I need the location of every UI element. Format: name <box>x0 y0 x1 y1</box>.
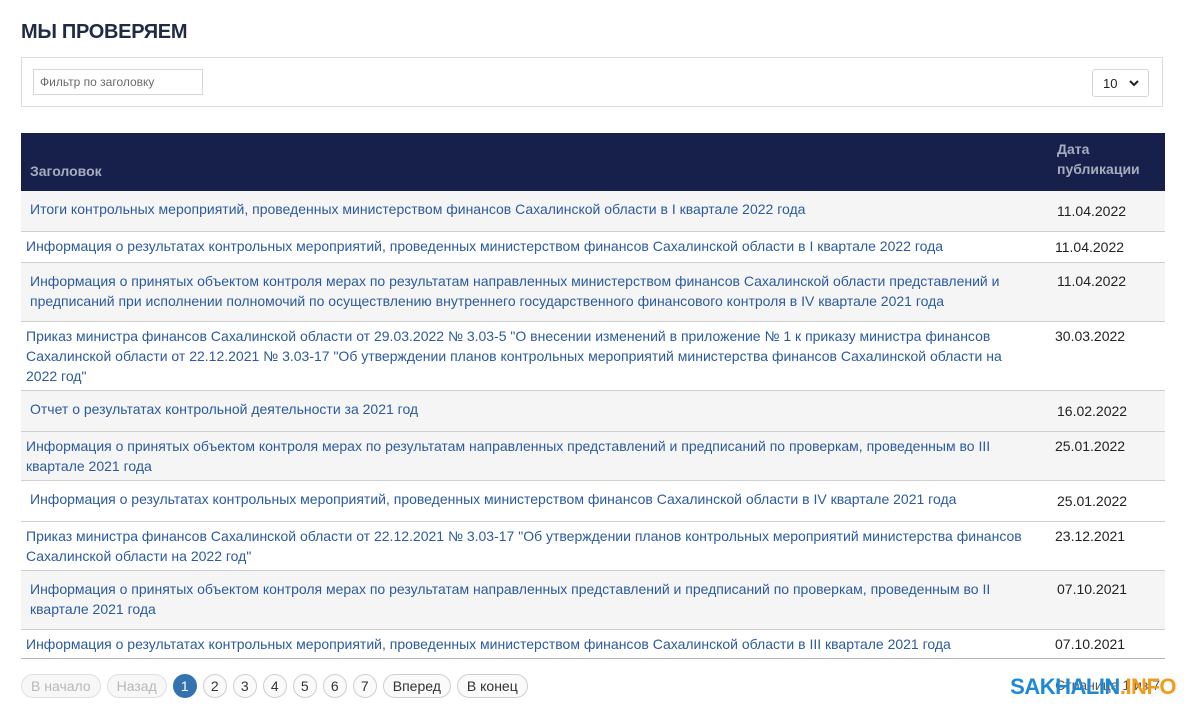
page-2-button[interactable]: 2 <box>202 673 227 698</box>
table-row: Информация о результатах контрольных мер… <box>21 629 1165 659</box>
row-title-cell: Отчет о результатах контрольной деятельн… <box>21 390 1055 432</box>
page-title: МЫ ПРОВЕРЯЕМ <box>21 21 188 43</box>
document-link[interactable]: Информация о принятых объектом контроля … <box>30 581 990 617</box>
column-header-date[interactable]: Дата публикации <box>1055 133 1165 191</box>
pagination: В начало Назад 1 2 3 4 5 6 7 Вперед В ко… <box>21 673 528 698</box>
row-date: 16.02.2022 <box>1055 390 1165 432</box>
watermark-part1: SAKHALIN <box>1010 674 1120 699</box>
table-row: Отчет о результатах контрольной деятельн… <box>21 390 1165 432</box>
table-header-row: Заголовок Дата публикации <box>21 133 1165 191</box>
chevron-down-icon <box>1129 80 1139 87</box>
table-row: Информация о результатах контрольных мер… <box>21 231 1165 263</box>
page-1-button[interactable]: 1 <box>172 673 197 698</box>
first-page-button[interactable]: В начало <box>21 673 101 698</box>
table-row: Информация о принятых объектом контроля … <box>21 262 1165 322</box>
row-title-cell: Информация о результатах контрольных мер… <box>21 231 1055 263</box>
document-link[interactable]: Информация о принятых объектом контроля … <box>26 438 990 474</box>
page-7-button[interactable]: 7 <box>352 673 377 698</box>
document-link[interactable]: Итоги контрольных мероприятий, проведенн… <box>30 201 805 217</box>
document-link[interactable]: Информация о принятых объектом контроля … <box>30 273 999 309</box>
page-size-select[interactable]: 10 <box>1092 69 1149 97</box>
title-filter-input[interactable] <box>33 69 203 95</box>
document-link[interactable]: Информация о результатах контрольных мер… <box>30 491 956 507</box>
document-link[interactable]: Отчет о результатах контрольной деятельн… <box>30 401 418 417</box>
row-title-cell: Информация о результатах контрольных мер… <box>21 629 1055 659</box>
document-link[interactable]: Приказ министра финансов Сахалинской обл… <box>26 528 1022 564</box>
table-row: Приказ министра финансов Сахалинской обл… <box>21 521 1165 571</box>
document-link[interactable]: Информация о результатах контрольных мер… <box>26 238 943 254</box>
page-3-button[interactable]: 3 <box>232 673 257 698</box>
table-row: Приказ министра финансов Сахалинской обл… <box>21 321 1165 391</box>
row-date: 07.10.2021 <box>1055 629 1165 659</box>
row-date: 25.01.2022 <box>1055 480 1165 522</box>
row-title-cell: Итоги контрольных мероприятий, проведенн… <box>21 191 1055 232</box>
prev-page-button[interactable]: Назад <box>106 673 167 698</box>
row-title-cell: Информация о принятых объектом контроля … <box>21 431 1055 481</box>
filter-panel: 10 <box>21 57 1163 107</box>
row-date: 11.04.2022 <box>1055 231 1165 263</box>
document-link[interactable]: Информация о результатах контрольных мер… <box>26 636 951 652</box>
page-6-button[interactable]: 6 <box>322 673 347 698</box>
watermark-logo: SAKHALIN.INFO <box>1010 674 1176 700</box>
page-5-button[interactable]: 5 <box>292 673 317 698</box>
row-title-cell: Приказ министра финансов Сахалинской обл… <box>21 321 1055 391</box>
row-date: 30.03.2022 <box>1055 321 1165 391</box>
documents-table: Заголовок Дата публикации Итоги контроль… <box>21 133 1165 659</box>
table-row: Информация о принятых объектом контроля … <box>21 570 1165 630</box>
row-title-cell: Информация о результатах контрольных мер… <box>21 480 1055 522</box>
row-title-cell: Информация о принятых объектом контроля … <box>21 570 1055 630</box>
table-row: Информация о принятых объектом контроля … <box>21 431 1165 481</box>
row-date: 25.01.2022 <box>1055 431 1165 481</box>
row-date: 07.10.2021 <box>1055 570 1165 630</box>
page-4-button[interactable]: 4 <box>262 673 287 698</box>
row-title-cell: Приказ министра финансов Сахалинской обл… <box>21 521 1055 571</box>
last-page-button[interactable]: В конец <box>456 673 528 698</box>
document-link[interactable]: Приказ министра финансов Сахалинской обл… <box>26 328 1002 384</box>
table-row: Информация о результатах контрольных мер… <box>21 480 1165 522</box>
table-row: Итоги контрольных мероприятий, проведенн… <box>21 191 1165 232</box>
column-header-title[interactable]: Заголовок <box>21 133 1055 191</box>
row-date: 23.12.2021 <box>1055 521 1165 571</box>
row-title-cell: Информация о принятых объектом контроля … <box>21 262 1055 322</box>
row-date: 11.04.2022 <box>1055 262 1165 322</box>
watermark-part2: .INFO <box>1119 674 1177 699</box>
next-page-button[interactable]: Вперед <box>382 673 451 698</box>
row-date: 11.04.2022 <box>1055 191 1165 232</box>
page-size-value: 10 <box>1103 75 1118 91</box>
